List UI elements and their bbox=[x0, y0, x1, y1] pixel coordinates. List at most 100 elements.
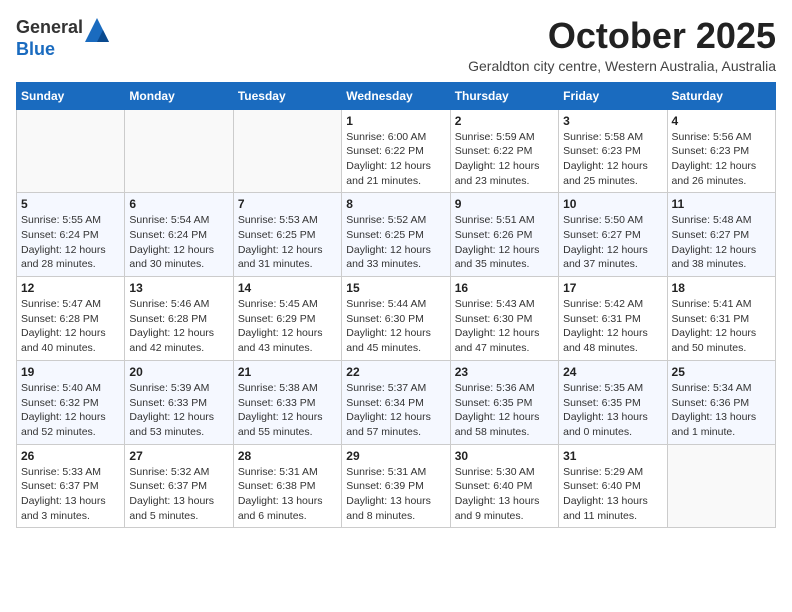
weekday-header-sunday: Sunday bbox=[17, 82, 125, 109]
day-number: 2 bbox=[455, 114, 554, 128]
calendar-day-cell bbox=[17, 109, 125, 193]
day-number: 12 bbox=[21, 281, 120, 295]
day-number: 28 bbox=[238, 449, 337, 463]
day-number: 8 bbox=[346, 197, 445, 211]
day-number: 31 bbox=[563, 449, 662, 463]
calendar-day-cell: 2 Sunrise: 5:59 AM Sunset: 6:22 PM Daylig… bbox=[450, 109, 558, 193]
day-info: Sunrise: 5:43 AM Sunset: 6:30 PM Dayligh… bbox=[455, 297, 554, 356]
weekday-header-saturday: Saturday bbox=[667, 82, 775, 109]
calendar-day-cell: 18 Sunrise: 5:41 AM Sunset: 6:31 PM Dayli… bbox=[667, 277, 775, 361]
day-number: 29 bbox=[346, 449, 445, 463]
calendar-day-cell: 17 Sunrise: 5:42 AM Sunset: 6:31 PM Dayli… bbox=[559, 277, 667, 361]
day-number: 1 bbox=[346, 114, 445, 128]
calendar-day-cell bbox=[667, 444, 775, 528]
day-number: 4 bbox=[672, 114, 771, 128]
day-info: Sunrise: 5:41 AM Sunset: 6:31 PM Dayligh… bbox=[672, 297, 771, 356]
day-info: Sunrise: 5:42 AM Sunset: 6:31 PM Dayligh… bbox=[563, 297, 662, 356]
calendar-day-cell: 21 Sunrise: 5:38 AM Sunset: 6:33 PM Dayli… bbox=[233, 360, 341, 444]
day-info: Sunrise: 5:30 AM Sunset: 6:40 PM Dayligh… bbox=[455, 465, 554, 524]
day-info: Sunrise: 5:31 AM Sunset: 6:39 PM Dayligh… bbox=[346, 465, 445, 524]
day-info: Sunrise: 5:51 AM Sunset: 6:26 PM Dayligh… bbox=[455, 213, 554, 272]
calendar-day-cell: 26Sunrise: 5:33 AM Sunset: 6:37 PM Dayli… bbox=[17, 444, 125, 528]
day-info: Sunrise: 5:55 AM Sunset: 6:24 PM Dayligh… bbox=[21, 213, 120, 272]
calendar-day-cell: 5 Sunrise: 5:55 AM Sunset: 6:24 PM Daylig… bbox=[17, 193, 125, 277]
day-info: Sunrise: 5:39 AM Sunset: 6:33 PM Dayligh… bbox=[129, 381, 228, 440]
location-subtitle: Geraldton city centre, Western Australia… bbox=[468, 58, 776, 74]
day-info: Sunrise: 5:47 AM Sunset: 6:28 PM Dayligh… bbox=[21, 297, 120, 356]
day-number: 23 bbox=[455, 365, 554, 379]
day-info: Sunrise: 5:45 AM Sunset: 6:29 PM Dayligh… bbox=[238, 297, 337, 356]
day-number: 10 bbox=[563, 197, 662, 211]
calendar-day-cell: 8 Sunrise: 5:52 AM Sunset: 6:25 PM Daylig… bbox=[342, 193, 450, 277]
day-number: 25 bbox=[672, 365, 771, 379]
day-number: 15 bbox=[346, 281, 445, 295]
day-info: Sunrise: 5:48 AM Sunset: 6:27 PM Dayligh… bbox=[672, 213, 771, 272]
day-number: 22 bbox=[346, 365, 445, 379]
day-info: Sunrise: 5:50 AM Sunset: 6:27 PM Dayligh… bbox=[563, 213, 662, 272]
calendar-day-cell bbox=[233, 109, 341, 193]
calendar-body: 1 Sunrise: 6:00 AM Sunset: 6:22 PM Daylig… bbox=[17, 109, 776, 528]
calendar-table: SundayMondayTuesdayWednesdayThursdayFrid… bbox=[16, 82, 776, 529]
day-info: Sunrise: 5:54 AM Sunset: 6:24 PM Dayligh… bbox=[129, 213, 228, 272]
day-info: Sunrise: 5:29 AM Sunset: 6:40 PM Dayligh… bbox=[563, 465, 662, 524]
day-info: Sunrise: 6:00 AM Sunset: 6:22 PM Dayligh… bbox=[346, 130, 445, 189]
weekday-header-tuesday: Tuesday bbox=[233, 82, 341, 109]
calendar-day-cell: 29 Sunrise: 5:31 AM Sunset: 6:39 PM Dayli… bbox=[342, 444, 450, 528]
calendar-day-cell: 25 Sunrise: 5:34 AM Sunset: 6:36 PM Dayli… bbox=[667, 360, 775, 444]
weekday-header-friday: Friday bbox=[559, 82, 667, 109]
day-info: Sunrise: 5:44 AM Sunset: 6:30 PM Dayligh… bbox=[346, 297, 445, 356]
calendar-week-row: 12 Sunrise: 5:47 AM Sunset: 6:28 PM Dayli… bbox=[17, 277, 776, 361]
calendar-day-cell: 1 Sunrise: 6:00 AM Sunset: 6:22 PM Daylig… bbox=[342, 109, 450, 193]
day-info: Sunrise: 5:56 AM Sunset: 6:23 PM Dayligh… bbox=[672, 130, 771, 189]
calendar-day-cell: 22 Sunrise: 5:37 AM Sunset: 6:34 PM Dayli… bbox=[342, 360, 450, 444]
day-number: 27 bbox=[129, 449, 228, 463]
day-number: 18 bbox=[672, 281, 771, 295]
day-number: 17 bbox=[563, 281, 662, 295]
calendar-day-cell: 4 Sunrise: 5:56 AM Sunset: 6:23 PM Daylig… bbox=[667, 109, 775, 193]
calendar-week-row: 1 Sunrise: 6:00 AM Sunset: 6:22 PM Daylig… bbox=[17, 109, 776, 193]
logo: General Blue bbox=[16, 16, 113, 60]
calendar-week-row: 19 Sunrise: 5:40 AM Sunset: 6:32 PM Dayli… bbox=[17, 360, 776, 444]
day-number: 24 bbox=[563, 365, 662, 379]
calendar-day-cell: 31 Sunrise: 5:29 AM Sunset: 6:40 PM Dayli… bbox=[559, 444, 667, 528]
calendar-day-cell: 28 Sunrise: 5:31 AM Sunset: 6:38 PM Dayli… bbox=[233, 444, 341, 528]
day-info: Sunrise: 5:37 AM Sunset: 6:34 PM Dayligh… bbox=[346, 381, 445, 440]
day-number: 13 bbox=[129, 281, 228, 295]
day-info: Sunrise: 5:36 AM Sunset: 6:35 PM Dayligh… bbox=[455, 381, 554, 440]
calendar-day-cell: 16 Sunrise: 5:43 AM Sunset: 6:30 PM Dayli… bbox=[450, 277, 558, 361]
calendar-day-cell: 23 Sunrise: 5:36 AM Sunset: 6:35 PM Dayli… bbox=[450, 360, 558, 444]
calendar-day-cell: 30 Sunrise: 5:30 AM Sunset: 6:40 PM Dayli… bbox=[450, 444, 558, 528]
calendar-day-cell: 14 Sunrise: 5:45 AM Sunset: 6:29 PM Dayli… bbox=[233, 277, 341, 361]
day-info: Sunrise: 5:52 AM Sunset: 6:25 PM Dayligh… bbox=[346, 213, 445, 272]
day-number: 7 bbox=[238, 197, 337, 211]
day-number: 16 bbox=[455, 281, 554, 295]
day-number: 21 bbox=[238, 365, 337, 379]
calendar-day-cell: 10 Sunrise: 5:50 AM Sunset: 6:27 PM Dayli… bbox=[559, 193, 667, 277]
calendar-day-cell: 15 Sunrise: 5:44 AM Sunset: 6:30 PM Dayli… bbox=[342, 277, 450, 361]
logo-general: General bbox=[16, 17, 83, 37]
day-number: 11 bbox=[672, 197, 771, 211]
day-info: Sunrise: 5:53 AM Sunset: 6:25 PM Dayligh… bbox=[238, 213, 337, 272]
calendar-day-cell bbox=[125, 109, 233, 193]
calendar-day-cell: 19 Sunrise: 5:40 AM Sunset: 6:32 PM Dayli… bbox=[17, 360, 125, 444]
day-number: 5 bbox=[21, 197, 120, 211]
calendar-day-cell: 9Sunrise: 5:51 AM Sunset: 6:26 PM Daylig… bbox=[450, 193, 558, 277]
day-number: 19 bbox=[21, 365, 120, 379]
day-info: Sunrise: 5:31 AM Sunset: 6:38 PM Dayligh… bbox=[238, 465, 337, 524]
day-info: Sunrise: 5:32 AM Sunset: 6:37 PM Dayligh… bbox=[129, 465, 228, 524]
calendar-week-row: 26Sunrise: 5:33 AM Sunset: 6:37 PM Dayli… bbox=[17, 444, 776, 528]
day-info: Sunrise: 5:33 AM Sunset: 6:37 PM Dayligh… bbox=[21, 465, 120, 524]
day-info: Sunrise: 5:46 AM Sunset: 6:28 PM Dayligh… bbox=[129, 297, 228, 356]
day-info: Sunrise: 5:34 AM Sunset: 6:36 PM Dayligh… bbox=[672, 381, 771, 440]
day-info: Sunrise: 5:59 AM Sunset: 6:22 PM Dayligh… bbox=[455, 130, 554, 189]
page-header: General Blue October 2025 Geraldton city… bbox=[16, 16, 776, 74]
day-info: Sunrise: 5:38 AM Sunset: 6:33 PM Dayligh… bbox=[238, 381, 337, 440]
day-number: 30 bbox=[455, 449, 554, 463]
weekday-header-thursday: Thursday bbox=[450, 82, 558, 109]
weekday-header-wednesday: Wednesday bbox=[342, 82, 450, 109]
day-number: 14 bbox=[238, 281, 337, 295]
calendar-day-cell: 3Sunrise: 5:58 AM Sunset: 6:23 PM Daylig… bbox=[559, 109, 667, 193]
calendar-day-cell: 7 Sunrise: 5:53 AM Sunset: 6:25 PM Daylig… bbox=[233, 193, 341, 277]
calendar-day-cell: 13 Sunrise: 5:46 AM Sunset: 6:28 PM Dayli… bbox=[125, 277, 233, 361]
day-info: Sunrise: 5:40 AM Sunset: 6:32 PM Dayligh… bbox=[21, 381, 120, 440]
